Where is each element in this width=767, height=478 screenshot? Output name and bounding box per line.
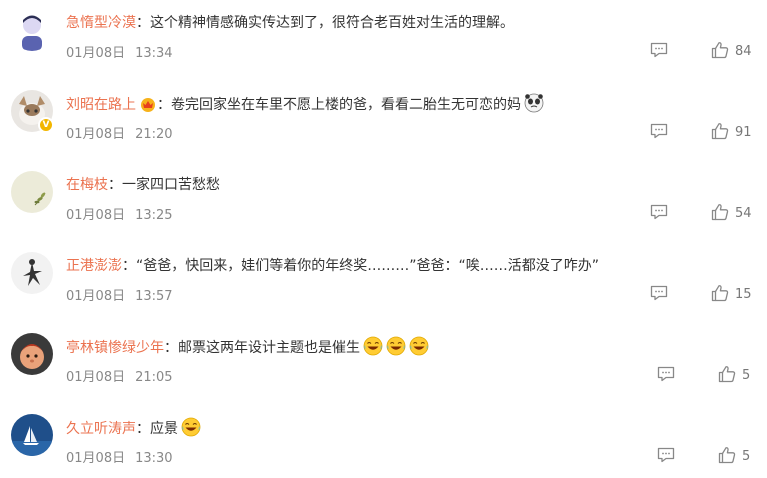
comment-icon[interactable] [657, 447, 675, 463]
username-link[interactable]: 久立听涛声 [66, 421, 136, 437]
comment-time: 13:25 [135, 208, 173, 223]
comment-item: 亭林镇惨绿少年：邮票这两年设计主题也是催生 01月08日 21:05 5 [0, 324, 767, 404]
comment-time: 13:34 [135, 46, 173, 61]
thumbs-up-icon[interactable] [718, 446, 736, 464]
comment-meta: 01月08日 13:34 [66, 42, 173, 61]
separator: ： [136, 15, 150, 31]
thumbs-up-icon[interactable] [718, 365, 736, 383]
comment-line: 亭林镇惨绿少年：邮票这两年设计主题也是催生 [66, 336, 429, 357]
avatar[interactable] [11, 333, 53, 375]
avatar[interactable] [11, 252, 53, 294]
comment-time: 21:20 [135, 127, 173, 142]
comment-text: “爸爸，快回来，娃们等着你的年终奖………”爸爸：“唉……活都没了咋办” [136, 258, 600, 274]
like-count: 5 [742, 449, 751, 464]
username-link[interactable]: 正港澎澎 [66, 258, 122, 274]
comment-meta: 01月08日 21:05 [66, 366, 173, 385]
comment-text: 这个精神情感确实传达到了，很符合老百姓对生活的理解。 [150, 15, 514, 31]
comment-date: 01月08日 [66, 46, 126, 61]
separator: ： [108, 177, 122, 193]
avatar[interactable] [11, 414, 53, 456]
comment-item: 久立听涛声：应景 01月08日 13:30 5 [0, 405, 767, 478]
comment-date: 01月08日 [66, 451, 126, 466]
username-link[interactable]: 亭林镇惨绿少年 [66, 340, 164, 356]
comment-meta: 01月08日 13:25 [66, 204, 173, 223]
like-count: 5 [742, 368, 751, 383]
comment-time: 13:30 [135, 451, 173, 466]
laugh-cry-emoji-icon [386, 336, 406, 356]
comment-meta: 01月08日 13:57 [66, 285, 173, 304]
comment-text: 卷完回家坐在车里不愿上楼的爸，看看二胎生无可恋的妈 [171, 97, 521, 113]
comment-text: 一家四口苦愁愁 [122, 177, 220, 193]
comment-icon[interactable] [657, 366, 675, 382]
comment-line: 在梅枝：一家四口苦愁愁 [66, 174, 220, 194]
comment-icon[interactable] [650, 42, 668, 58]
username-link[interactable]: 在梅枝 [66, 177, 108, 193]
comment-line: 久立听涛声：应景 [66, 417, 201, 438]
like-count: 91 [735, 125, 752, 140]
verified-badge: V [38, 117, 54, 133]
comment-date: 01月08日 [66, 289, 126, 304]
comment-time: 13:57 [135, 289, 173, 304]
like-count: 84 [735, 44, 752, 59]
avatar[interactable] [11, 171, 53, 213]
username-link[interactable]: 急惰型冷漠 [66, 15, 136, 31]
comment-text: 邮票这两年设计主题也是催生 [178, 340, 360, 356]
comment-icon[interactable] [650, 285, 668, 301]
comment-item: 急惰型冷漠：这个精神情感确实传达到了，很符合老百姓对生活的理解。 01月08日 1… [0, 0, 767, 80]
thumbs-up-icon[interactable] [711, 41, 729, 59]
comment-item: 在梅枝：一家四口苦愁愁 01月08日 13:25 54 [0, 162, 767, 242]
user-level-icon [141, 98, 155, 112]
comment-line: 急惰型冷漠：这个精神情感确实传达到了，很符合老百姓对生活的理解。 [66, 12, 514, 32]
like-count: 15 [735, 287, 752, 302]
avatar[interactable] [11, 9, 53, 51]
laugh-cry-emoji-icon [409, 336, 429, 356]
separator: ： [136, 421, 150, 437]
separator: ： [157, 97, 171, 113]
comment-item: 正港澎澎：“爸爸，快回来，娃们等着你的年终奖………”爸爸：“唉……活都没了咋办”… [0, 243, 767, 323]
comment-date: 01月08日 [66, 127, 126, 142]
comment-date: 01月08日 [66, 208, 126, 223]
thumbs-up-icon[interactable] [711, 284, 729, 302]
comment-meta: 01月08日 13:30 [66, 447, 173, 466]
panda-emoji-icon [524, 93, 544, 113]
comment-text: 应景 [150, 421, 178, 437]
comment-icon[interactable] [650, 123, 668, 139]
username-link[interactable]: 刘昭在路上 [66, 97, 136, 113]
thumbs-up-icon[interactable] [711, 203, 729, 221]
comment-meta: 01月08日 21:20 [66, 123, 173, 142]
comment-icon[interactable] [650, 204, 668, 220]
separator: ： [122, 258, 136, 274]
comment-date: 01月08日 [66, 370, 126, 385]
laugh-cry-emoji-icon [363, 336, 383, 356]
separator: ： [164, 340, 178, 356]
comment-item: V 刘昭在路上 ：卷完回家坐在车里不愿上楼的爸，看看二胎生无可恋的妈 01月08日… [0, 81, 767, 161]
laugh-cry-emoji-icon [181, 417, 201, 437]
comment-line: 正港澎澎：“爸爸，快回来，娃们等着你的年终奖………”爸爸：“唉……活都没了咋办” [66, 255, 599, 275]
comment-line: 刘昭在路上 ：卷完回家坐在车里不愿上楼的爸，看看二胎生无可恋的妈 [66, 93, 544, 114]
thumbs-up-icon[interactable] [711, 122, 729, 140]
like-count: 54 [735, 206, 752, 221]
comment-time: 21:05 [135, 370, 173, 385]
